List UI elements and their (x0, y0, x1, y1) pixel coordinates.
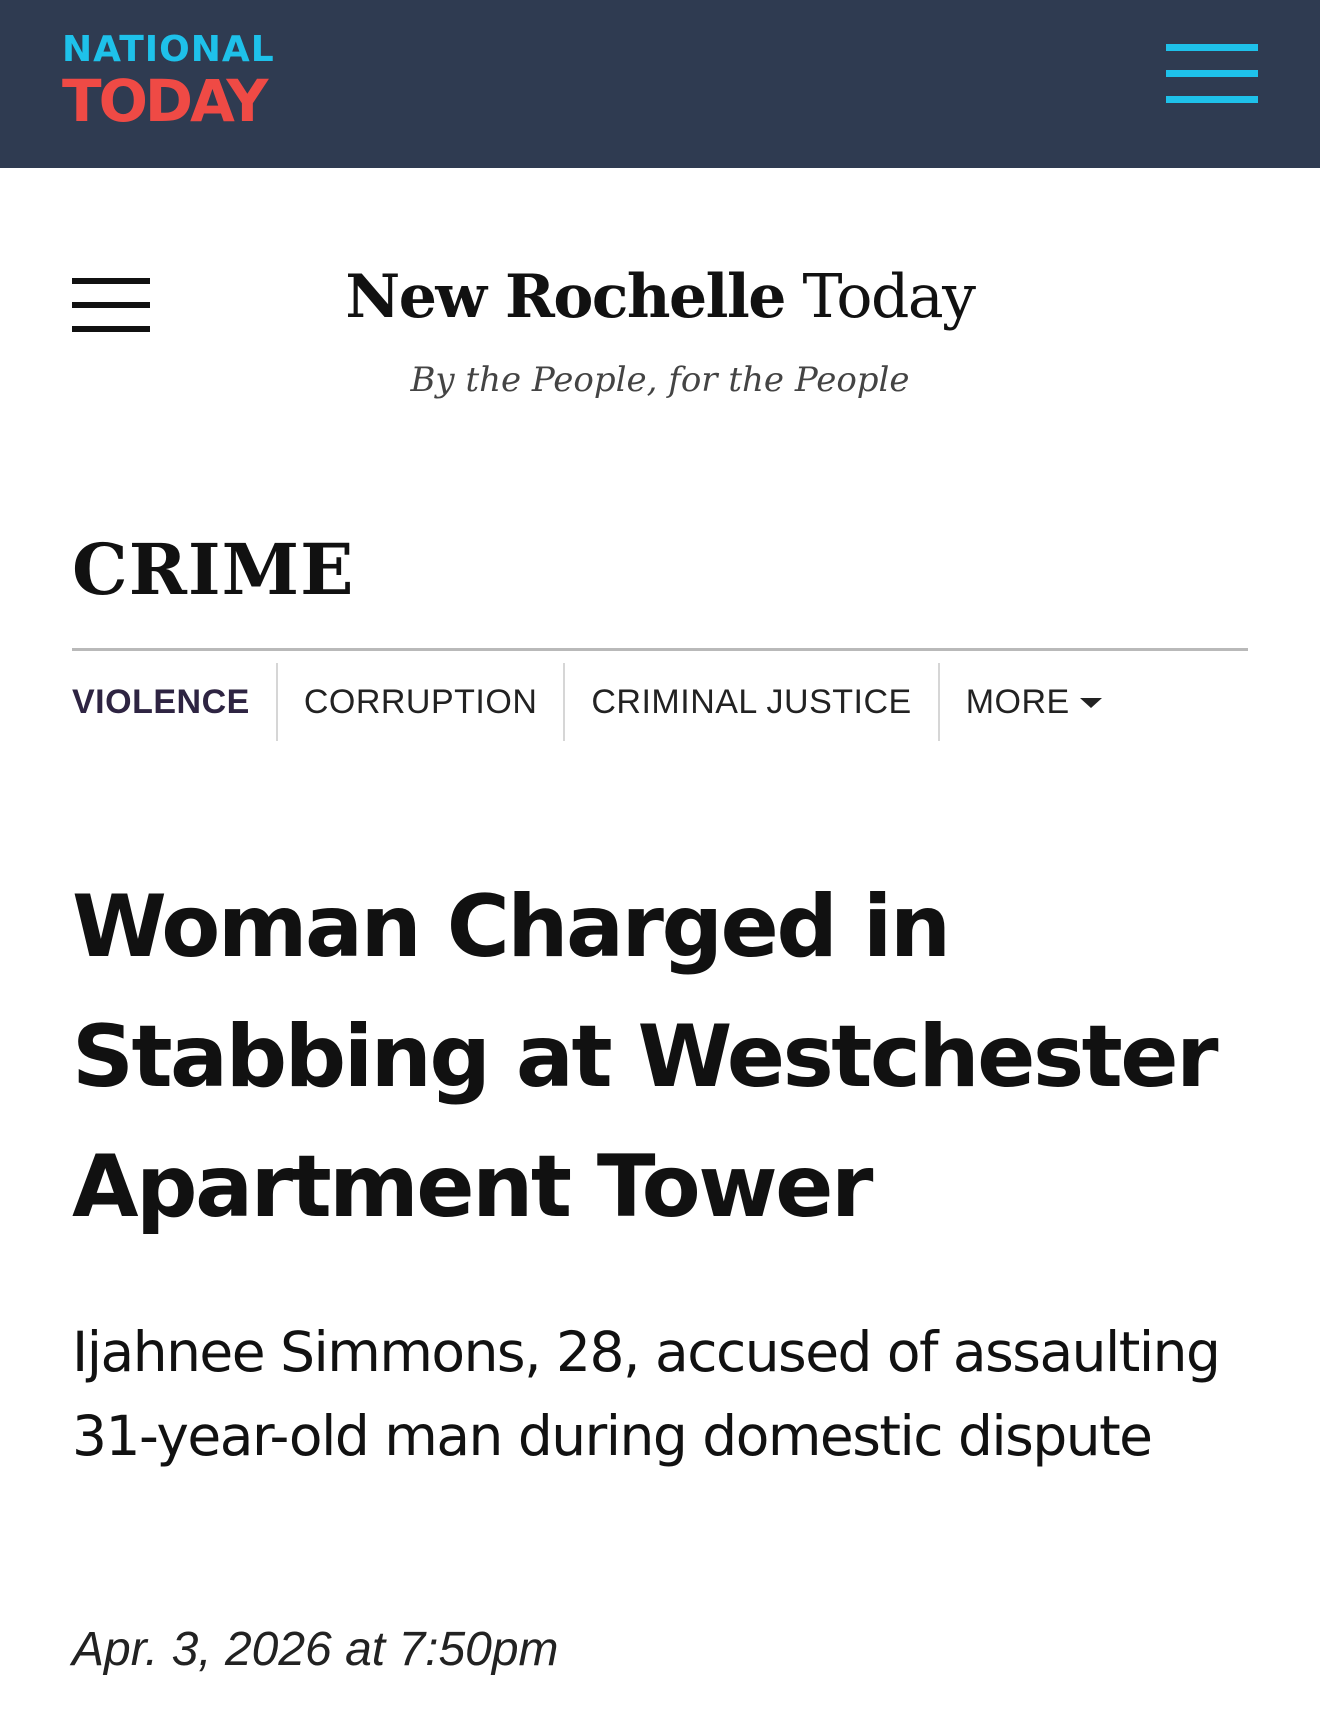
article-date: Apr. 3, 2026 at 7:50pm (72, 1623, 559, 1676)
tab-more[interactable]: MORE (966, 662, 1102, 742)
logo-today-text: TODAY (62, 67, 268, 135)
caret-down-icon (1079, 698, 1102, 708)
article-headline: Woman Charged in Stabbing at Westchester… (72, 877, 1218, 1237)
hamburger-menu-icon[interactable] (1166, 44, 1258, 104)
tab-criminal-justice[interactable]: CRIMINAL JUSTICE (591, 662, 911, 742)
hamburger-menu-icon[interactable] (72, 278, 150, 338)
tab-divider (563, 663, 566, 741)
article-subheadline: Ijahnee Simmons, 28, accused of assaulti… (72, 1320, 1221, 1468)
tab-divider (937, 663, 940, 741)
tab-more-label: MORE (965, 682, 1070, 721)
national-today-logo[interactable]: NATIONAL TODAY (62, 30, 302, 148)
tab-corruption[interactable]: CORRUPTION (304, 662, 538, 742)
section-heading: CRIME (72, 528, 355, 611)
tab-divider (275, 663, 278, 741)
site-tagline: By the People, for the People (410, 360, 910, 400)
site-title[interactable]: New Rochelle Today (200, 262, 1120, 332)
section-divider (72, 648, 1248, 651)
logo-national-text: NATIONAL (62, 29, 275, 70)
site-title-light: Today (802, 262, 977, 332)
site-title-bold: New Rochelle (345, 262, 786, 332)
tab-violence[interactable]: VIOLENCE (72, 662, 250, 742)
section-tabs: VIOLENCE CORRUPTION CRIMINAL JUSTICE MOR… (72, 662, 1102, 742)
national-today-bar: NATIONAL TODAY (0, 0, 1320, 168)
